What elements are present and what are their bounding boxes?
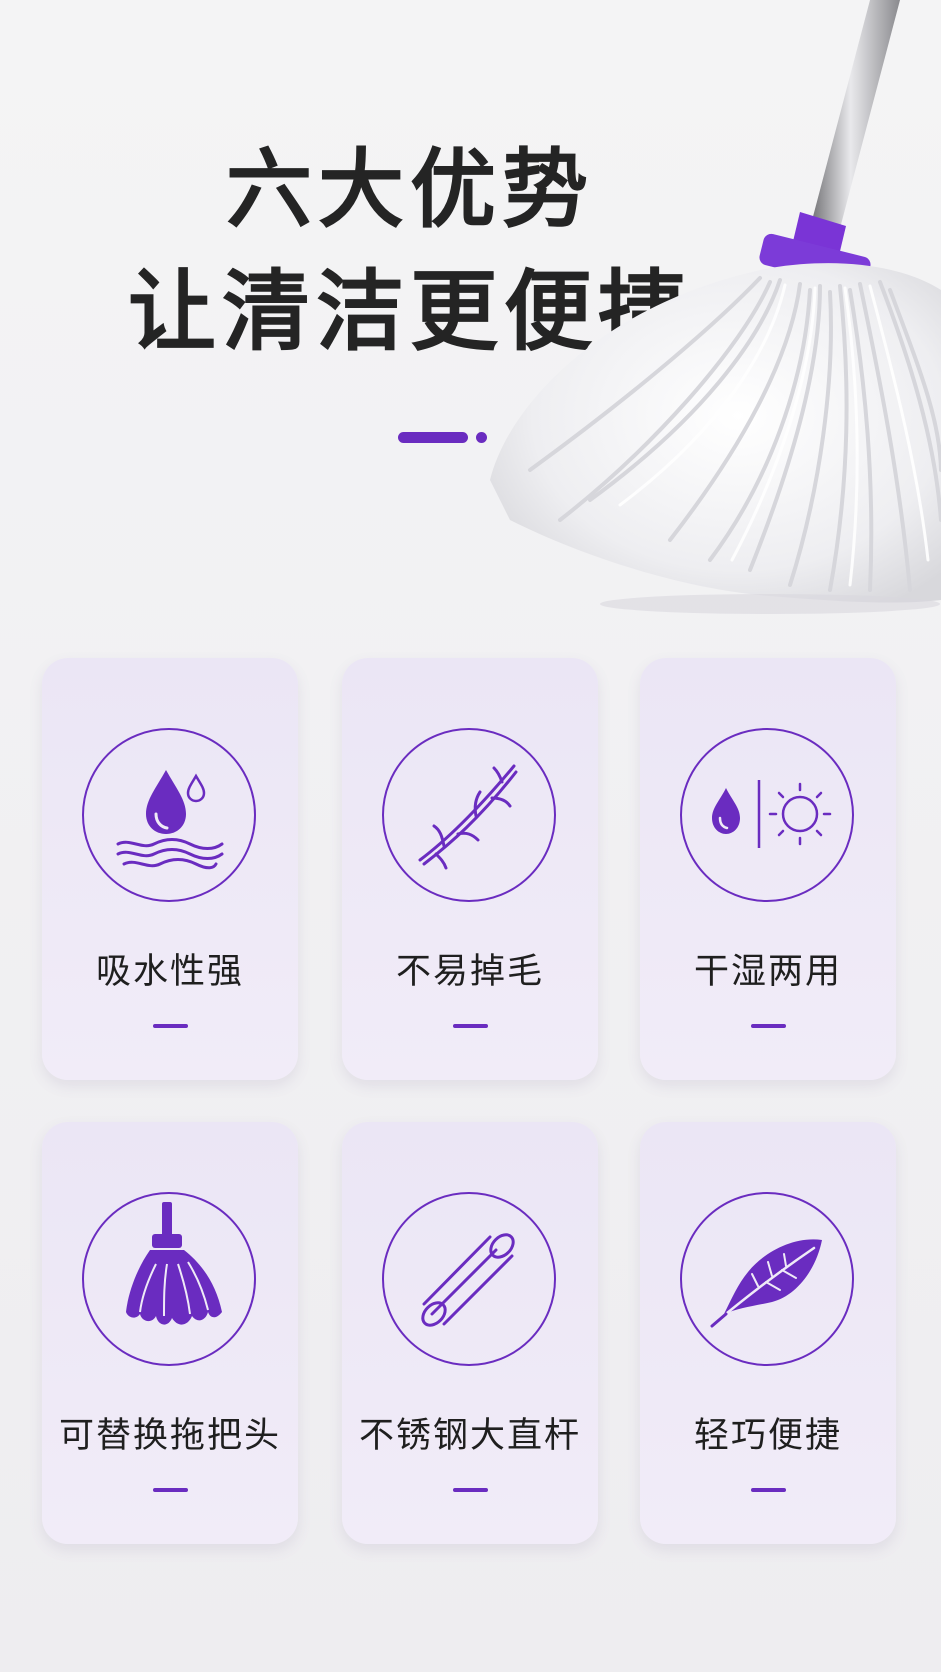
feature-card-water-absorption: 吸水性强 <box>42 658 298 1080</box>
feature-card-no-shedding: 不易掉毛 <box>342 658 598 1080</box>
feature-label: 不锈钢大直杆 <box>358 1416 581 1456</box>
feature-label: 吸水性强 <box>95 952 244 992</box>
feature-underline <box>453 1024 488 1028</box>
feature-underline <box>153 1024 188 1028</box>
feather-icon <box>710 1239 822 1328</box>
no-shedding-fiber-icon <box>418 764 518 870</box>
mop-head-icon <box>126 1202 222 1325</box>
feature-card-steel-pole: 不锈钢大直杆 <box>342 1122 598 1544</box>
feature-label: 可替换拖把头 <box>58 1416 281 1456</box>
feature-card-lightweight: 轻巧便捷 <box>640 1122 896 1544</box>
wet-dry-use-icon <box>712 780 832 848</box>
feature-card-wet-dry: 干湿两用 <box>640 658 896 1080</box>
icon-circle <box>680 728 854 902</box>
features-grid: 吸水性强 不易掉毛 干湿两用 可替换拖把头 不锈钢大直杆 轻巧便捷 <box>0 0 941 1672</box>
feature-label: 不易掉毛 <box>395 952 544 992</box>
feature-underline <box>751 1488 786 1492</box>
steel-pole-icon <box>421 1233 515 1327</box>
icon-circle <box>382 728 556 902</box>
icon-circle <box>82 1192 256 1366</box>
feature-underline <box>453 1488 488 1492</box>
feature-underline <box>153 1488 188 1492</box>
feature-label: 轻巧便捷 <box>693 1416 842 1456</box>
feature-label: 干湿两用 <box>693 952 842 992</box>
feature-card-replaceable-head: 可替换拖把头 <box>42 1122 298 1544</box>
feature-underline <box>751 1024 786 1028</box>
page: 六大优势 让清洁更便捷 吸水性强 不易掉毛 干湿两用 可替换拖把头 不锈钢大直杆… <box>0 0 941 1672</box>
water-absorption-icon <box>116 770 224 870</box>
icon-circle <box>382 1192 556 1366</box>
icon-circle <box>680 1192 854 1366</box>
icon-circle <box>82 728 256 902</box>
